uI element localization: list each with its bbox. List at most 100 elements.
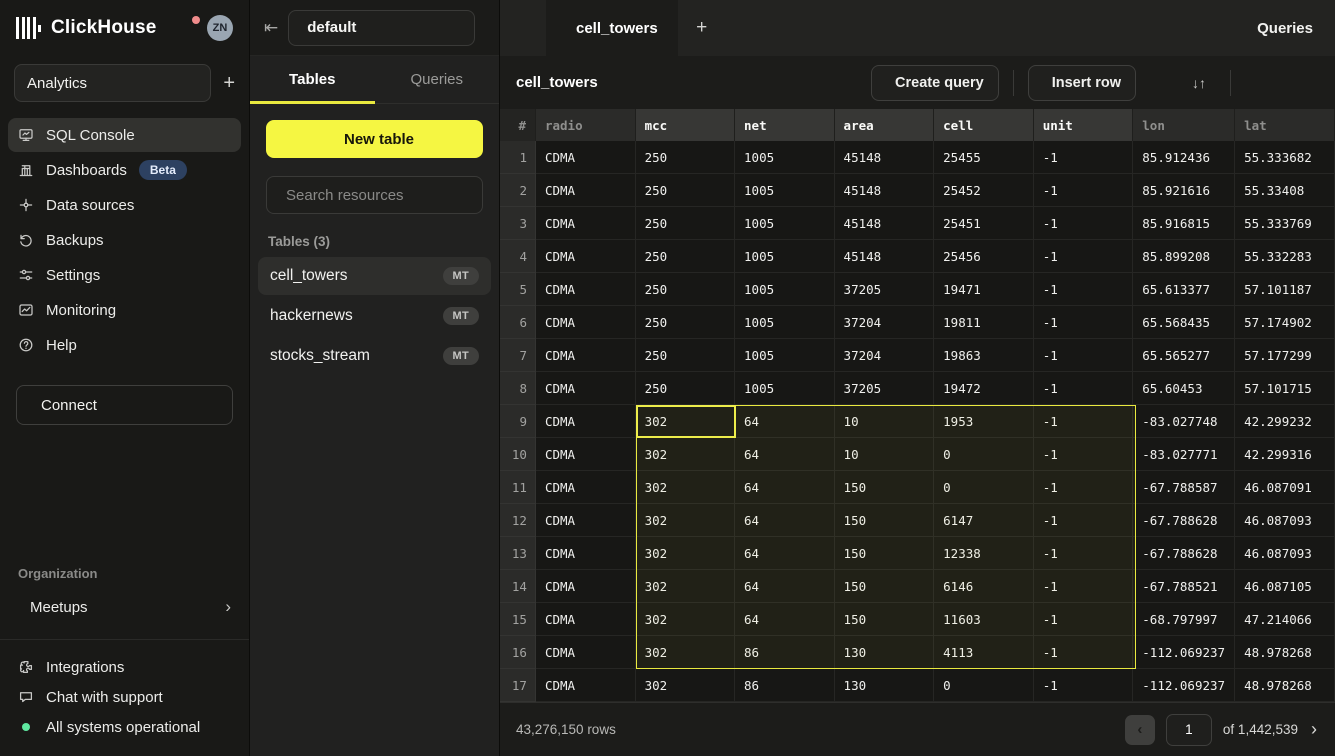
cell-mcc-r5[interactable]: 250 xyxy=(636,273,735,306)
sidebar-item-chat-with-support[interactable]: Chat with support xyxy=(0,682,249,712)
cell-net-r13[interactable]: 64 xyxy=(735,537,835,570)
cell-area-r15[interactable]: 150 xyxy=(835,603,935,636)
explorer-tab-tables[interactable]: Tables xyxy=(250,56,375,103)
sidebar-item-monitoring[interactable]: Monitoring xyxy=(8,293,241,327)
row-number[interactable]: 2 xyxy=(500,174,536,207)
database-select[interactable]: default xyxy=(288,10,475,46)
cell-radio-r8[interactable]: CDMA xyxy=(536,372,636,405)
sidebar-item-help[interactable]: Help xyxy=(8,328,241,362)
cell-mcc-r17[interactable]: 302 xyxy=(636,669,735,702)
cell-mcc-r1[interactable]: 250 xyxy=(636,141,735,174)
cell-radio-r9[interactable]: CDMA xyxy=(536,405,636,438)
queries-button[interactable]: Queries xyxy=(1248,0,1335,56)
table-list-item-stocks_stream[interactable]: stocks_streamMT xyxy=(258,337,491,375)
cell-cell-r6[interactable]: 19811 xyxy=(934,306,1034,339)
cell-lat-r14[interactable]: 46.087105 xyxy=(1235,570,1335,603)
column-header-unit[interactable]: unit xyxy=(1034,109,1134,141)
cell-lat-r10[interactable]: 42.299316 xyxy=(1235,438,1335,471)
cell-lon-r9[interactable]: -83.027748 xyxy=(1133,405,1235,438)
cell-mcc-r14[interactable]: 302 xyxy=(636,570,735,603)
cell-mcc-r7[interactable]: 250 xyxy=(636,339,735,372)
sidebar-item-system-status[interactable]: All systems operational xyxy=(0,712,249,742)
filter-button[interactable] xyxy=(1142,66,1176,100)
cell-unit-r7[interactable]: -1 xyxy=(1034,339,1134,372)
cell-mcc-r15[interactable]: 302 xyxy=(636,603,735,636)
cell-lat-r8[interactable]: 57.101715 xyxy=(1235,372,1335,405)
avatar[interactable]: ZN xyxy=(207,15,233,41)
sidebar-item-backups[interactable]: Backups xyxy=(8,223,241,257)
cell-net-r7[interactable]: 1005 xyxy=(735,339,835,372)
cell-lon-r17[interactable]: -112.069237 xyxy=(1133,669,1235,702)
cell-radio-r14[interactable]: CDMA xyxy=(536,570,636,603)
cell-lon-r4[interactable]: 85.899208 xyxy=(1133,240,1235,273)
cell-radio-r15[interactable]: CDMA xyxy=(536,603,636,636)
cell-cell-r13[interactable]: 12338 xyxy=(934,537,1034,570)
cell-lon-r6[interactable]: 65.568435 xyxy=(1133,306,1235,339)
table-list-item-hackernews[interactable]: hackernewsMT xyxy=(258,297,491,335)
sidebar-item-integrations[interactable]: Integrations xyxy=(0,652,249,682)
cell-area-r4[interactable]: 45148 xyxy=(835,240,935,273)
cell-mcc-r2[interactable]: 250 xyxy=(636,174,735,207)
cell-unit-r9[interactable]: -1 xyxy=(1034,405,1134,438)
cell-radio-r5[interactable]: CDMA xyxy=(536,273,636,306)
cell-radio-r3[interactable]: CDMA xyxy=(536,207,636,240)
cell-lon-r1[interactable]: 85.912436 xyxy=(1133,141,1235,174)
cell-lon-r15[interactable]: -68.797997 xyxy=(1133,603,1235,636)
cell-net-r15[interactable]: 64 xyxy=(735,603,835,636)
cell-area-r12[interactable]: 150 xyxy=(835,504,935,537)
cell-area-r13[interactable]: 150 xyxy=(835,537,935,570)
cell-mcc-r12[interactable]: 302 xyxy=(636,504,735,537)
cell-cell-r17[interactable]: 0 xyxy=(934,669,1034,702)
cell-area-r3[interactable]: 45148 xyxy=(835,207,935,240)
cell-radio-r12[interactable]: CDMA xyxy=(536,504,636,537)
cell-unit-r4[interactable]: -1 xyxy=(1034,240,1134,273)
cell-net-r16[interactable]: 86 xyxy=(735,636,835,669)
cell-lon-r13[interactable]: -67.788628 xyxy=(1133,537,1235,570)
cell-unit-r8[interactable]: -1 xyxy=(1034,372,1134,405)
cell-mcc-r3[interactable]: 250 xyxy=(636,207,735,240)
cell-lon-r10[interactable]: -83.027771 xyxy=(1133,438,1235,471)
cell-net-r10[interactable]: 64 xyxy=(735,438,835,471)
row-number[interactable]: 10 xyxy=(500,438,536,471)
cell-radio-r16[interactable]: CDMA xyxy=(536,636,636,669)
cell-lon-r2[interactable]: 85.921616 xyxy=(1133,174,1235,207)
cell-mcc-r6[interactable]: 250 xyxy=(636,306,735,339)
cell-cell-r10[interactable]: 0 xyxy=(934,438,1034,471)
cell-area-r11[interactable]: 150 xyxy=(835,471,935,504)
cell-lat-r16[interactable]: 48.978268 xyxy=(1235,636,1335,669)
row-number[interactable]: 4 xyxy=(500,240,536,273)
cell-unit-r1[interactable]: -1 xyxy=(1034,141,1134,174)
row-number[interactable]: 7 xyxy=(500,339,536,372)
cell-net-r3[interactable]: 1005 xyxy=(735,207,835,240)
cell-cell-r11[interactable]: 0 xyxy=(934,471,1034,504)
cell-unit-r11[interactable]: -1 xyxy=(1034,471,1134,504)
cell-radio-r1[interactable]: CDMA xyxy=(536,141,636,174)
cell-net-r8[interactable]: 1005 xyxy=(735,372,835,405)
cell-area-r8[interactable]: 37205 xyxy=(835,372,935,405)
cell-cell-r12[interactable]: 6147 xyxy=(934,504,1034,537)
create-query-button[interactable]: Create query xyxy=(871,65,999,101)
cell-lon-r11[interactable]: -67.788587 xyxy=(1133,471,1235,504)
cell-lat-r13[interactable]: 46.087093 xyxy=(1235,537,1335,570)
cell-net-r6[interactable]: 1005 xyxy=(735,306,835,339)
cell-unit-r5[interactable]: -1 xyxy=(1034,273,1134,306)
download-button[interactable] xyxy=(1245,66,1279,100)
row-number[interactable]: 15 xyxy=(500,603,536,636)
cell-lat-r1[interactable]: 55.333682 xyxy=(1235,141,1335,174)
next-page-button[interactable]: › xyxy=(1309,719,1319,740)
cell-lon-r8[interactable]: 65.60453 xyxy=(1133,372,1235,405)
column-header-mcc[interactable]: mcc xyxy=(636,109,735,141)
cell-unit-r13[interactable]: -1 xyxy=(1034,537,1134,570)
cell-net-r12[interactable]: 64 xyxy=(735,504,835,537)
cell-radio-r4[interactable]: CDMA xyxy=(536,240,636,273)
cell-area-r7[interactable]: 37204 xyxy=(835,339,935,372)
row-number[interactable]: 6 xyxy=(500,306,536,339)
collapse-panel-button[interactable]: ⇤ xyxy=(264,19,278,36)
cell-unit-r17[interactable]: -1 xyxy=(1034,669,1134,702)
table-list-item-cell_towers[interactable]: cell_towersMT xyxy=(258,257,491,295)
cell-unit-r2[interactable]: -1 xyxy=(1034,174,1134,207)
add-workspace-button[interactable]: + xyxy=(223,72,235,95)
cell-radio-r17[interactable]: CDMA xyxy=(536,669,636,702)
cell-net-r4[interactable]: 1005 xyxy=(735,240,835,273)
cell-lon-r7[interactable]: 65.565277 xyxy=(1133,339,1235,372)
